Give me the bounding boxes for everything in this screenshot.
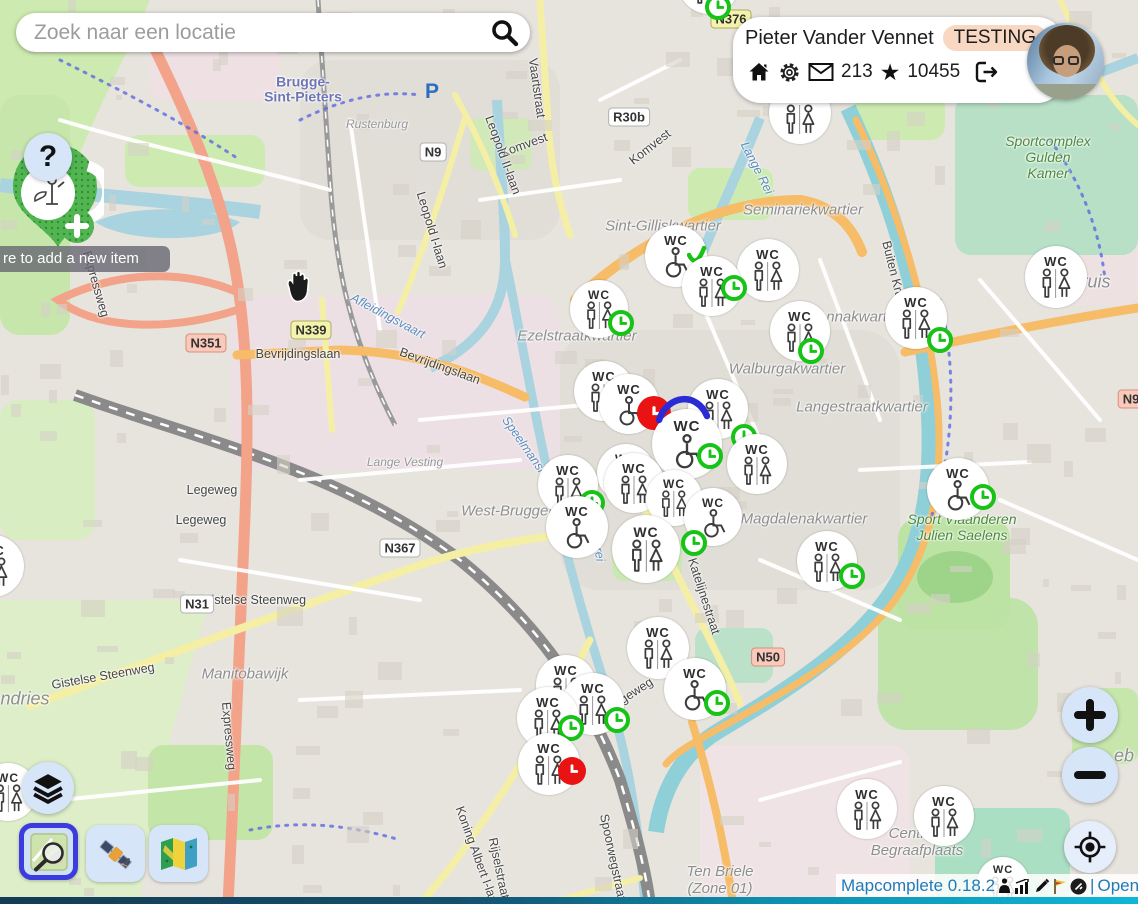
selected-marker-arc [656,392,710,429]
search-bar [16,13,530,52]
toilet-marker-male-female[interactable]: WC [612,515,680,583]
satellite-icon [95,833,137,875]
toilet-marker-male-female[interactable]: WC [0,535,24,597]
toilet-marker-male-female[interactable]: WC [1025,246,1087,308]
open-hours-badge [681,530,707,556]
toilet-marker-wheelchair[interactable]: WC [546,496,608,558]
open-hours-badge [704,690,730,716]
open-hours-badge [970,484,996,510]
open-hours-badge [927,327,953,353]
app-version-link[interactable]: Mapcomplete 0.18.2 [841,876,995,896]
avatar-glasses [1053,56,1064,65]
add-item-tooltip: re to add a new item [0,246,170,272]
user-name[interactable]: Pieter Vander Vennet [745,27,934,50]
open-hours-badge [705,0,731,20]
geolocate-button[interactable] [1064,821,1116,873]
copyright-icon[interactable] [1070,878,1087,895]
layers-button[interactable] [22,762,74,814]
avatar-shoulder [1027,84,1104,100]
search-input[interactable] [32,20,490,46]
zoom-in-button[interactable] [1062,687,1118,743]
gear-icon[interactable] [778,61,801,84]
open-hours-badge [839,563,865,589]
toilet-marker-male-female[interactable]: WC [914,786,974,846]
open-hours-badge [608,310,634,336]
folded-map-icon [158,833,200,875]
edit-icon[interactable] [1034,878,1050,894]
home-icon[interactable] [747,60,771,84]
toilet-marker-male-female[interactable]: WC [727,434,787,494]
map-marker-layer: WCWCWCWCWCWCWCWCWCWCWCWCWCWCWCWCWCWCWCWC… [0,0,1138,904]
avatar-glasses [1068,56,1079,65]
crosshair-icon [1070,827,1110,867]
flag-icon[interactable] [1053,878,1067,895]
toilet-marker-male-female[interactable]: WC [837,779,897,839]
user-avatar[interactable] [1027,23,1104,100]
osm-link[interactable]: OpenStreetMap [1097,876,1138,896]
layers-icon [32,772,64,804]
closed-hours-badge [558,757,586,785]
attribution-bar: Mapcomplete 0.18.2 | OpenStreetMap [836,874,1138,898]
statistics-icon[interactable] [998,878,1011,894]
basemap-osm-button[interactable] [19,823,78,880]
osm-map-icon [28,831,70,873]
message-count[interactable]: 213 [841,61,873,83]
user-panel: Pieter Vander Vennet TESTING 213 [733,17,1065,103]
open-hours-badge [604,707,630,733]
minus-icon [1073,758,1107,792]
open-hours-badge [798,338,824,364]
open-hours-badge [697,443,723,469]
bottom-progress-bar [0,897,1138,904]
plus-icon [1073,698,1107,732]
basemap-carto-button[interactable] [149,825,208,882]
changeset-count[interactable]: 10455 [907,61,960,83]
search-icon[interactable] [490,18,520,48]
mapcomplete-app: Brugge- Sint-PietersRustenburgVaartstraa… [0,0,1138,904]
open-hours-badge [721,275,747,301]
chart-icon[interactable] [1014,879,1031,894]
hand-cursor-icon [281,268,315,309]
attribution-separator: | [1090,876,1094,896]
basemap-satellite-button[interactable] [86,825,145,882]
star-icon: ★ [880,61,901,84]
logout-icon[interactable] [973,60,999,84]
messages-icon[interactable] [808,62,834,82]
zoom-out-button[interactable] [1062,747,1118,803]
help-button[interactable]: ? [24,133,72,181]
